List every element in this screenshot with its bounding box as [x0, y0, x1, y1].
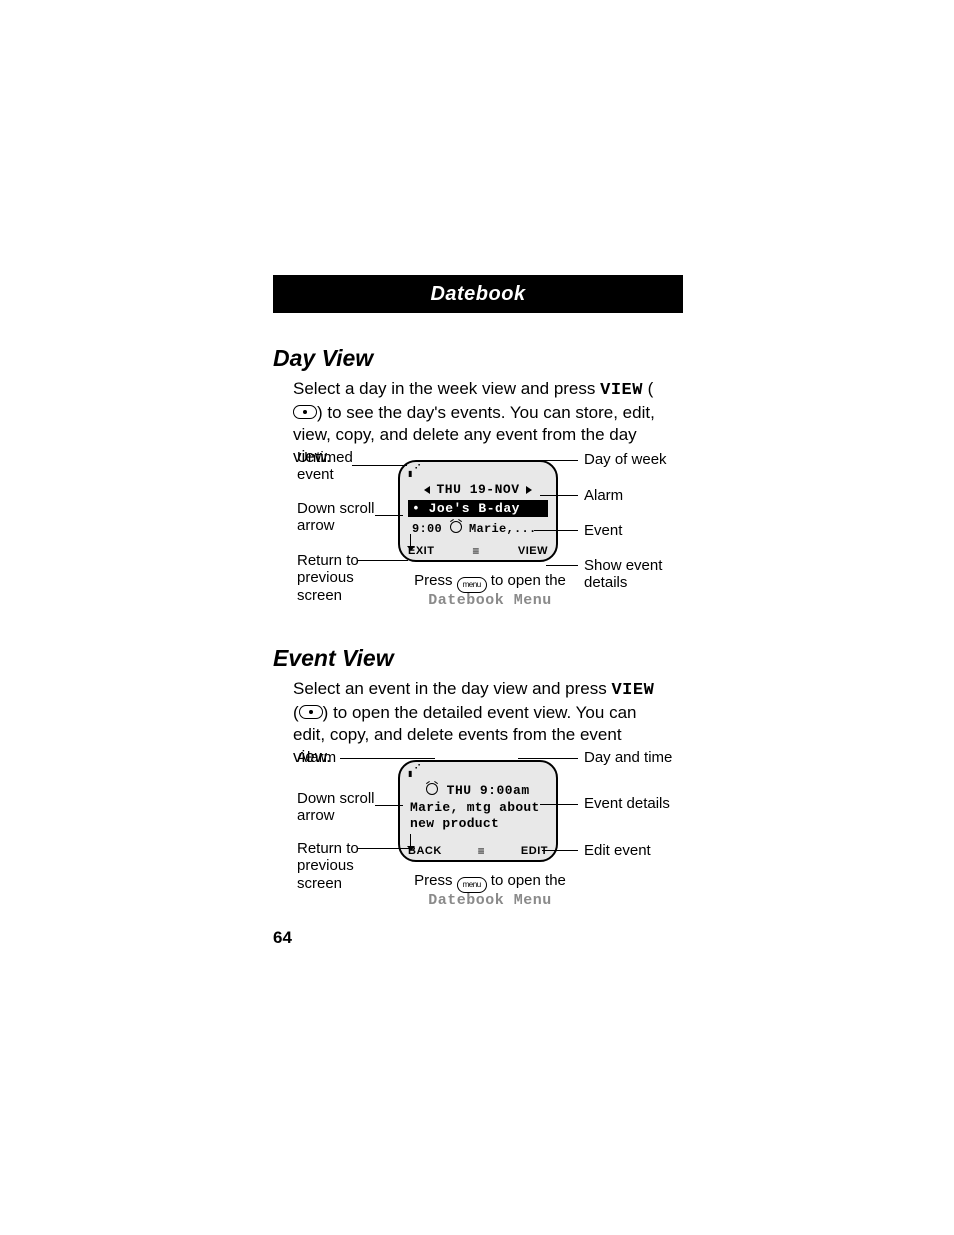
- signal-icon: [408, 766, 422, 781]
- callout-down-scroll: Down scroll arrow: [297, 500, 387, 535]
- event-body-line2: new product: [410, 816, 546, 832]
- day-view-title: Day View: [273, 345, 373, 372]
- softkey-row: EXIT ≡ VIEW: [400, 545, 556, 557]
- event-header-text: THU 9:00am: [447, 783, 530, 798]
- soft-left[interactable]: EXIT: [408, 545, 434, 557]
- day-view-caption: Press menu to open the Datebook Menu: [400, 572, 580, 609]
- nav-left-icon[interactable]: [424, 486, 430, 494]
- softkey-row: BACK ≡ EDIT: [400, 845, 556, 857]
- menu-name: Datebook Menu: [428, 592, 552, 609]
- callout-day-time: Day and time: [584, 749, 672, 766]
- alarm-icon: [426, 783, 438, 795]
- page: Datebook Day View Select a day in the we…: [0, 0, 954, 1235]
- event-view-caption: Press menu to open the Datebook Menu: [400, 872, 580, 909]
- callout-alarm: Alarm: [584, 487, 623, 504]
- select-icon: [299, 705, 323, 719]
- select-icon: [293, 405, 317, 419]
- intro-text-1: Select a day in the week view and press: [293, 379, 600, 398]
- event-body: Marie, mtg about new product: [410, 800, 546, 833]
- date-header-text: THU 19-NOV: [436, 482, 519, 497]
- section-header: Datebook: [273, 275, 683, 313]
- callout-event-details: Event details: [584, 795, 670, 812]
- event-view-title: Event View: [273, 645, 394, 672]
- menu-name: Datebook Menu: [428, 892, 552, 909]
- signal-icon: [408, 466, 422, 481]
- callout-edit-event: Edit event: [584, 842, 651, 859]
- caption-press: Press: [414, 572, 457, 589]
- event-view-screen: THU 9:00am Marie, mtg about new product …: [398, 760, 558, 862]
- menu-key-icon: menu: [457, 577, 487, 593]
- event-line[interactable]: 9:00 Marie,...: [412, 520, 548, 536]
- page-number: 64: [273, 928, 292, 948]
- view-key: VIEW: [611, 681, 654, 700]
- caption-open: to open the: [487, 572, 566, 589]
- intro-text-1: Select an event in the day view and pres…: [293, 679, 611, 698]
- section-header-text: Datebook: [430, 283, 525, 306]
- soft-right[interactable]: EDIT: [521, 845, 548, 857]
- date-header-row: THU 19-NOV: [400, 482, 556, 497]
- event-body-line1: Marie, mtg about: [410, 800, 546, 816]
- callout-alarm: Alarm: [297, 749, 336, 766]
- soft-right[interactable]: VIEW: [518, 545, 548, 557]
- event-time: 9:00: [412, 522, 442, 536]
- caption-open: to open the: [487, 872, 566, 889]
- menu-indicator-icon[interactable]: ≡: [478, 847, 486, 855]
- callout-event: Event: [584, 522, 622, 539]
- day-view-screen: THU 19-NOV • Joe's B-day 9:00 Marie,... …: [398, 460, 558, 562]
- event-name: Marie,...: [469, 522, 537, 536]
- callout-untimed-event: Untimed event: [297, 449, 377, 484]
- event-header-row: THU 9:00am: [400, 782, 556, 798]
- callout-show-details: Show event details: [584, 557, 674, 592]
- view-key: VIEW: [600, 381, 643, 400]
- soft-left[interactable]: BACK: [408, 845, 442, 857]
- menu-indicator-icon[interactable]: ≡: [472, 547, 480, 555]
- callout-day-of-week: Day of week: [584, 451, 667, 468]
- callout-down-scroll: Down scroll arrow: [297, 790, 387, 825]
- alarm-icon: [450, 521, 462, 533]
- menu-key-icon: menu: [457, 877, 487, 893]
- nav-right-icon[interactable]: [526, 486, 532, 494]
- caption-press: Press: [414, 872, 457, 889]
- highlighted-event[interactable]: • Joe's B-day: [408, 500, 548, 517]
